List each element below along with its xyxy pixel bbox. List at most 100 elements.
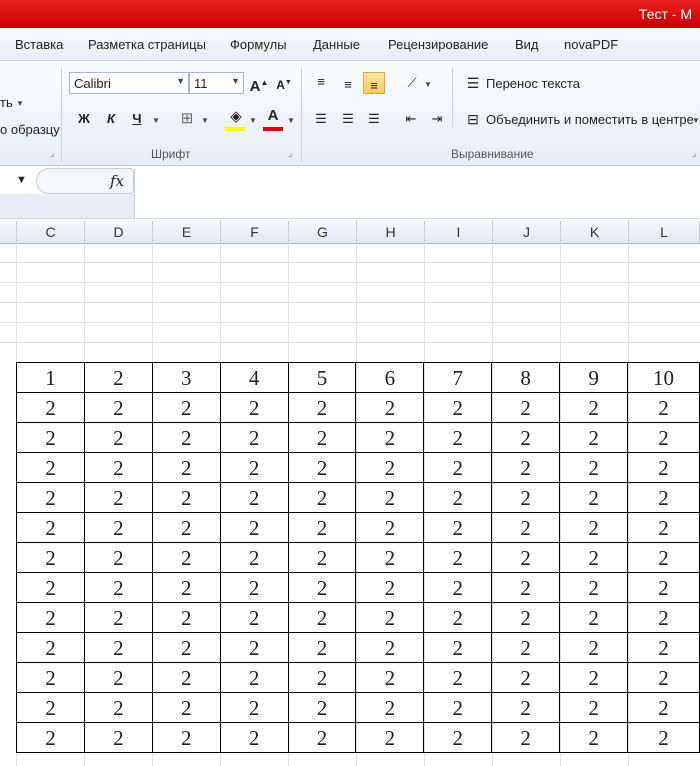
table-cell[interactable]: 2 [287, 452, 357, 483]
table-cell[interactable]: 2 [355, 482, 425, 513]
table-cell[interactable]: 2 [627, 392, 700, 423]
table-cell[interactable]: 2 [559, 722, 629, 753]
table-cell[interactable]: 2 [16, 662, 85, 693]
table-cell[interactable]: 2 [219, 632, 289, 663]
table-cell[interactable]: 2 [219, 692, 289, 723]
column-header[interactable]: D [85, 221, 153, 243]
table-cell[interactable]: 2 [151, 392, 221, 423]
chevron-down-icon[interactable]: ▼ [287, 116, 295, 125]
borders-icon[interactable]: ⊞ [176, 108, 198, 130]
table-cell[interactable]: 8 [491, 362, 561, 393]
align-middle-icon[interactable]: ≡ [337, 74, 359, 96]
table-cell[interactable]: 2 [559, 662, 629, 693]
table-cell[interactable]: 10 [627, 362, 700, 393]
align-left-icon[interactable]: ☰ [310, 108, 332, 130]
table-cell[interactable]: 2 [83, 632, 153, 663]
text-orientation-icon[interactable]: ⟋ [401, 72, 423, 94]
table-cell[interactable]: 2 [423, 482, 493, 513]
table-cell[interactable]: 2 [355, 692, 425, 723]
table-cell[interactable]: 2 [491, 422, 561, 453]
table-cell[interactable]: 2 [151, 722, 221, 753]
format-painter-button-label[interactable]: о образцу [0, 122, 60, 137]
dialog-launcher-icon[interactable]: ⌟ [692, 149, 700, 158]
shrink-font-button[interactable]: A▼ [273, 72, 295, 94]
table-cell[interactable]: 2 [151, 632, 221, 663]
table-cell[interactable]: 2 [355, 392, 425, 423]
table-cell[interactable]: 2 [83, 452, 153, 483]
table-cell[interactable]: 3 [151, 362, 221, 393]
table-cell[interactable]: 2 [355, 722, 425, 753]
tab-data[interactable]: Данные [313, 37, 360, 52]
table-cell[interactable]: 2 [287, 392, 357, 423]
table-cell[interactable]: 2 [355, 602, 425, 633]
wrap-text-icon[interactable]: ☰ [462, 72, 484, 94]
table-cell[interactable]: 2 [559, 512, 629, 543]
table-cell[interactable]: 2 [151, 542, 221, 573]
table-cell[interactable]: 2 [423, 542, 493, 573]
table-cell[interactable]: 2 [151, 572, 221, 603]
table-cell[interactable]: 2 [16, 692, 85, 723]
table-cell[interactable]: 2 [287, 542, 357, 573]
table-cell[interactable]: 2 [627, 422, 700, 453]
table-cell[interactable]: 2 [151, 692, 221, 723]
table-cell[interactable]: 2 [627, 512, 700, 543]
insert-function-button[interactable]: fx [110, 172, 124, 190]
row-header-corner[interactable] [0, 221, 17, 243]
table-cell[interactable]: 2 [287, 632, 357, 663]
table-cell[interactable]: 2 [355, 572, 425, 603]
column-header[interactable]: H [357, 221, 425, 243]
table-cell[interactable]: 2 [559, 482, 629, 513]
table-cell[interactable]: 2 [423, 602, 493, 633]
table-cell[interactable]: 2 [627, 482, 700, 513]
table-cell[interactable]: 2 [491, 632, 561, 663]
wrap-text-button[interactable]: Перенос текста [486, 76, 580, 91]
table-cell[interactable]: 2 [559, 692, 629, 723]
table-cell[interactable]: 2 [491, 452, 561, 483]
table-cell[interactable]: 2 [16, 572, 85, 603]
table-cell[interactable]: 2 [491, 722, 561, 753]
table-cell[interactable]: 2 [16, 602, 85, 633]
column-header[interactable]: I [425, 221, 493, 243]
chevron-down-icon[interactable]: ▼ [249, 116, 257, 125]
table-cell[interactable]: 2 [287, 662, 357, 693]
table-cell[interactable]: 2 [423, 662, 493, 693]
column-header[interactable]: G [289, 221, 357, 243]
table-cell[interactable]: 2 [287, 512, 357, 543]
underline-button[interactable]: Ч [126, 108, 148, 130]
table-cell[interactable]: 2 [219, 392, 289, 423]
table-cell[interactable]: 2 [151, 662, 221, 693]
table-cell[interactable]: 2 [16, 452, 85, 483]
table-cell[interactable]: 2 [151, 422, 221, 453]
merge-center-icon[interactable]: ⊟ [462, 108, 484, 130]
table-cell[interactable]: 2 [16, 482, 85, 513]
dialog-launcher-icon[interactable]: ⌟ [288, 149, 297, 158]
table-cell[interactable]: 2 [491, 662, 561, 693]
chevron-down-icon[interactable]: ▼ [201, 116, 209, 125]
table-cell[interactable]: 2 [627, 662, 700, 693]
table-cell[interactable]: 2 [355, 662, 425, 693]
align-right-icon[interactable]: ☰ [363, 108, 385, 130]
table-cell[interactable]: 2 [83, 392, 153, 423]
table-cell[interactable]: 2 [83, 422, 153, 453]
table-cell[interactable]: 2 [491, 512, 561, 543]
table-cell[interactable]: 2 [559, 602, 629, 633]
table-cell[interactable]: 2 [355, 422, 425, 453]
table-cell[interactable]: 2 [627, 602, 700, 633]
table-cell[interactable]: 2 [627, 452, 700, 483]
table-cell[interactable]: 4 [219, 362, 289, 393]
table-cell[interactable]: 2 [16, 392, 85, 423]
table-cell[interactable]: 2 [559, 572, 629, 603]
table-cell[interactable]: 2 [219, 512, 289, 543]
font-color-button[interactable]: A [262, 105, 284, 127]
table-cell[interactable]: 2 [219, 542, 289, 573]
font-size-combo[interactable]: 11 ▼ [189, 72, 244, 94]
table-cell[interactable]: 2 [423, 692, 493, 723]
increase-indent-icon[interactable]: ⇥ [426, 108, 448, 130]
table-cell[interactable]: 2 [491, 482, 561, 513]
table-cell[interactable]: 2 [219, 422, 289, 453]
name-box-dropdown-icon[interactable]: ▼ [16, 174, 27, 186]
chevron-down-icon[interactable]: ▼ [692, 116, 700, 125]
table-cell[interactable]: 2 [83, 572, 153, 603]
table-cell[interactable]: 2 [219, 572, 289, 603]
table-cell[interactable]: 2 [627, 542, 700, 573]
